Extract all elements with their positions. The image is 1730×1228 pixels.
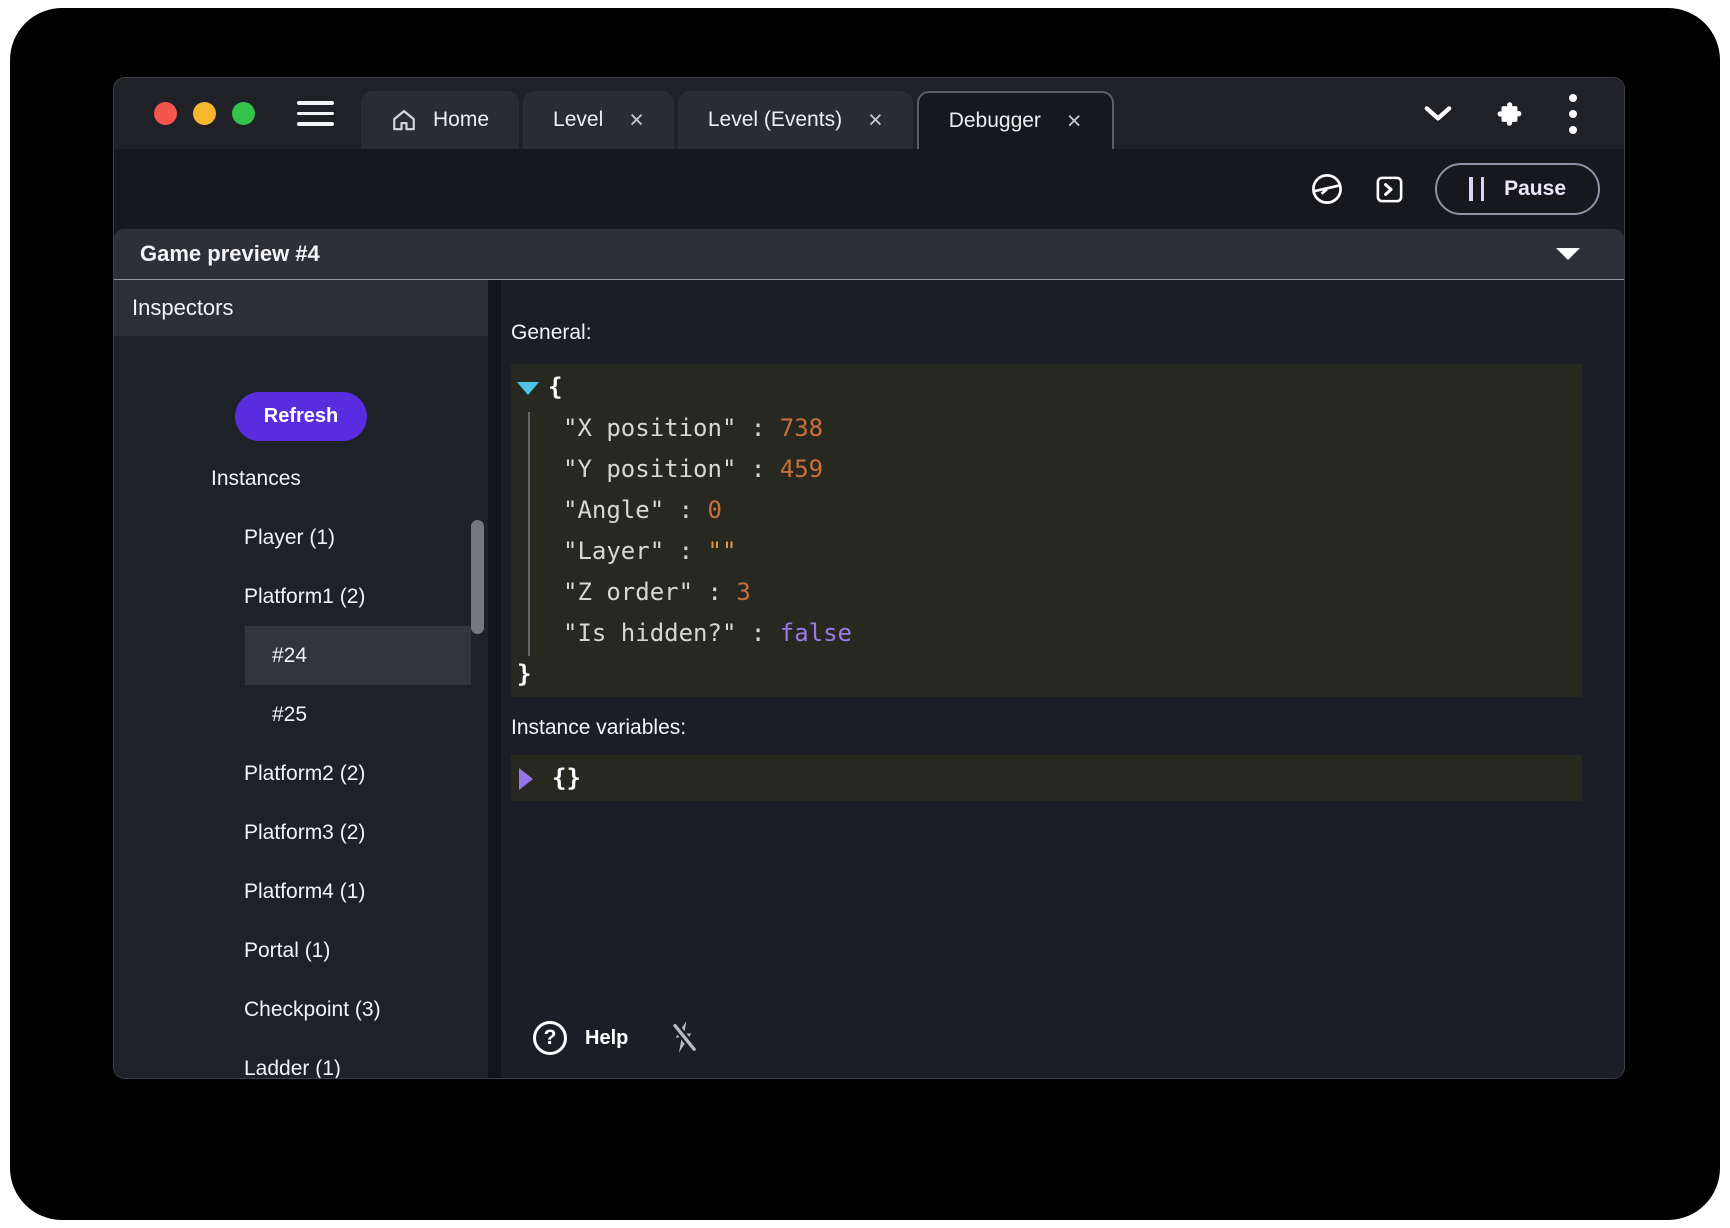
- property-row: "X position" : 738: [517, 408, 1582, 449]
- help-button-label: Help: [585, 1027, 628, 1050]
- caret-down-icon[interactable]: [1556, 248, 1580, 260]
- property-row: "Angle" : 0: [517, 490, 1582, 531]
- sidebar-scrollbar-thumb[interactable]: [471, 520, 484, 634]
- instance-tree-item[interactable]: Platform3 (2): [114, 803, 488, 862]
- home-icon: [391, 108, 417, 132]
- property-value: 738: [780, 414, 823, 442]
- menu-dots-icon[interactable]: [1568, 93, 1578, 135]
- tab-debugger[interactable]: Debugger ×: [917, 91, 1114, 149]
- flash-off-icon[interactable]: [668, 1020, 700, 1056]
- instance-tree-item[interactable]: #25: [245, 685, 471, 744]
- game-preview-header[interactable]: Game preview #4: [114, 229, 1624, 280]
- instance-tree-item[interactable]: Platform2 (2): [114, 744, 488, 803]
- help-button[interactable]: ? Help: [533, 1021, 628, 1055]
- tab-close-icon[interactable]: ×: [629, 108, 644, 133]
- instance-variables-value: {}: [552, 758, 581, 799]
- expander-closed-icon[interactable]: [519, 768, 533, 790]
- property-value: 459: [780, 455, 823, 483]
- property-key: "Z order": [563, 578, 693, 606]
- game-preview-title: Game preview #4: [140, 241, 320, 267]
- instance-tree-item[interactable]: #24: [245, 626, 471, 685]
- property-colon: :: [736, 619, 779, 647]
- general-section-label: General:: [511, 320, 1582, 346]
- refresh-button[interactable]: Refresh: [235, 392, 367, 441]
- property-key: "X position": [563, 414, 736, 442]
- pause-button[interactable]: Pause: [1435, 163, 1600, 215]
- property-colon: :: [736, 455, 779, 483]
- property-row: "Y position" : 459: [517, 449, 1582, 490]
- tab-home[interactable]: Home: [361, 91, 519, 149]
- json-close-line: }: [517, 654, 1582, 695]
- tab-label: Level: [553, 108, 603, 132]
- tab-label: Home: [433, 108, 489, 132]
- property-row: "Is hidden?" : false: [517, 613, 1582, 654]
- extensions-icon[interactable]: [1497, 100, 1524, 127]
- tab-close-icon[interactable]: ×: [868, 108, 883, 133]
- panel-footer: ? Help: [511, 1020, 1582, 1064]
- hamburger-menu-icon[interactable]: [297, 101, 334, 126]
- property-key: "Is hidden?": [563, 619, 736, 647]
- instance-tree-item[interactable]: Portal (1): [114, 921, 488, 980]
- console-icon[interactable]: [1374, 174, 1405, 205]
- instances-tree: InstancesPlayer (1)Platform1 (2)#24#25Pl…: [114, 449, 488, 1078]
- property-colon: :: [664, 537, 707, 565]
- debugger-toolbar: Pause: [114, 149, 1624, 229]
- property-key: "Layer": [563, 537, 664, 565]
- inspectors-sidebar: Inspectors Refresh InstancesPlayer (1)Pl…: [114, 280, 488, 1078]
- instance-tree-item[interactable]: Platform1 (2): [114, 567, 488, 626]
- property-value: 0: [708, 496, 722, 524]
- property-value: false: [780, 619, 852, 647]
- property-row: "Layer" : "": [517, 531, 1582, 572]
- tab-label: Level (Events): [708, 108, 842, 132]
- help-icon: ?: [533, 1021, 567, 1055]
- instance-variables-label: Instance variables:: [511, 715, 1582, 741]
- maximize-window-button[interactable]: [232, 102, 255, 125]
- instances-root[interactable]: Instances: [114, 449, 488, 508]
- minimize-window-button[interactable]: [193, 102, 216, 125]
- screenshot-canvas: Home Level × Level (Events) × Debugger ×: [0, 0, 1730, 1228]
- instance-variables-view: {}: [511, 755, 1582, 801]
- general-json-view: { "X position" : 738"Y position" : 459"A…: [511, 364, 1582, 697]
- inspector-panel: General: { "X position" : 738"Y position…: [501, 280, 1624, 1078]
- instance-tree-item[interactable]: Player (1): [114, 508, 488, 567]
- window-controls: [154, 102, 255, 125]
- profiler-icon[interactable]: [1310, 172, 1344, 206]
- property-row: "Z order" : 3: [517, 572, 1582, 613]
- instance-tree-item[interactable]: Platform4 (1): [114, 862, 488, 921]
- indent-guide: [528, 412, 530, 656]
- chevron-down-icon[interactable]: [1423, 105, 1453, 123]
- tab-bar: Home Level × Level (Events) × Debugger ×: [114, 78, 1624, 149]
- pause-button-label: Pause: [1504, 177, 1566, 201]
- inspectors-header: Inspectors: [114, 280, 488, 336]
- tab-close-icon[interactable]: ×: [1067, 109, 1082, 134]
- property-value: "": [708, 537, 737, 565]
- close-window-button[interactable]: [154, 102, 177, 125]
- property-colon: :: [693, 578, 736, 606]
- expander-open-icon[interactable]: [517, 382, 539, 395]
- json-open-line: {: [517, 367, 1582, 408]
- tab-level[interactable]: Level ×: [523, 91, 674, 149]
- property-value: 3: [736, 578, 750, 606]
- tab-bar-right-actions: [1423, 93, 1578, 135]
- property-key: "Y position": [563, 455, 736, 483]
- instance-tree-item[interactable]: Ladder (1): [114, 1039, 488, 1078]
- property-key: "Angle": [563, 496, 664, 524]
- sidebar-divider: [488, 280, 501, 1078]
- pause-icon: [1469, 177, 1484, 201]
- tab-label: Debugger: [949, 109, 1041, 133]
- instance-tree-item[interactable]: Checkpoint (3): [114, 980, 488, 1039]
- property-colon: :: [736, 414, 779, 442]
- tab-level-events-[interactable]: Level (Events) ×: [678, 91, 913, 149]
- gdevelop-window: Home Level × Level (Events) × Debugger ×: [113, 77, 1625, 1079]
- tab-strip: Home Level × Level (Events) × Debugger ×: [361, 91, 1118, 149]
- inspectors-body: Refresh InstancesPlayer (1)Platform1 (2)…: [114, 336, 488, 1078]
- property-colon: :: [664, 496, 707, 524]
- debugger-content: Inspectors Refresh InstancesPlayer (1)Pl…: [114, 280, 1624, 1078]
